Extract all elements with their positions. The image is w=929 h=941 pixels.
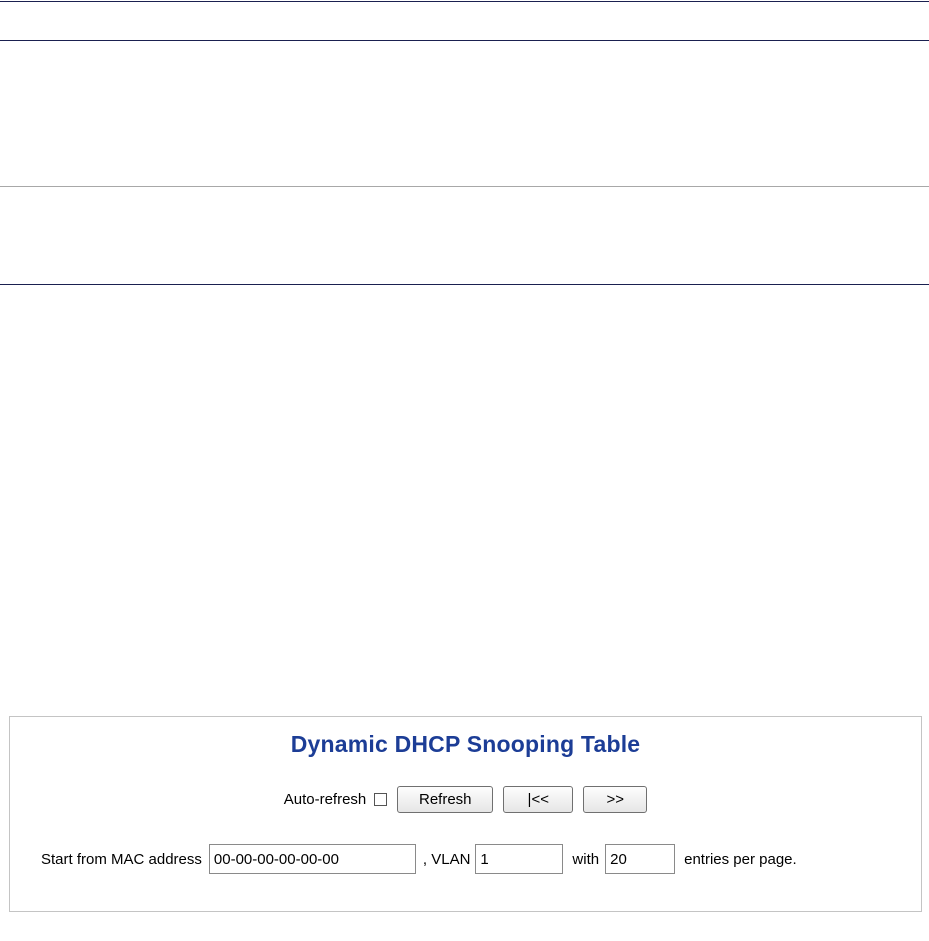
refresh-button[interactable]: Refresh <box>397 786 494 813</box>
auto-refresh-checkbox[interactable] <box>374 793 388 806</box>
entries-per-page-label: entries per page. <box>684 850 797 868</box>
dhcp-snooping-panel: Dynamic DHCP Snooping Table Auto-refresh… <box>9 716 922 912</box>
first-page-button[interactable]: |<< <box>503 786 574 813</box>
panel-title: Dynamic DHCP Snooping Table <box>290 731 641 757</box>
header-rule <box>0 40 929 41</box>
top-rule <box>0 1 929 2</box>
vlan-input[interactable] <box>475 844 564 874</box>
with-label: with <box>572 850 600 868</box>
section-divider <box>0 186 929 187</box>
entries-per-page-input[interactable] <box>605 844 676 874</box>
vlan-label: , VLAN <box>422 850 471 868</box>
next-page-button[interactable]: >> <box>583 786 648 813</box>
auto-refresh-label: Auto-refresh <box>283 791 367 808</box>
mac-address-label: Start from MAC address <box>41 850 202 868</box>
toolbar: Auto-refresh Refresh |<< >> <box>10 786 921 813</box>
mac-address-input[interactable] <box>208 844 416 874</box>
section-rule <box>0 284 929 285</box>
start-form: Start from MAC address , VLAN with entri… <box>41 844 797 874</box>
